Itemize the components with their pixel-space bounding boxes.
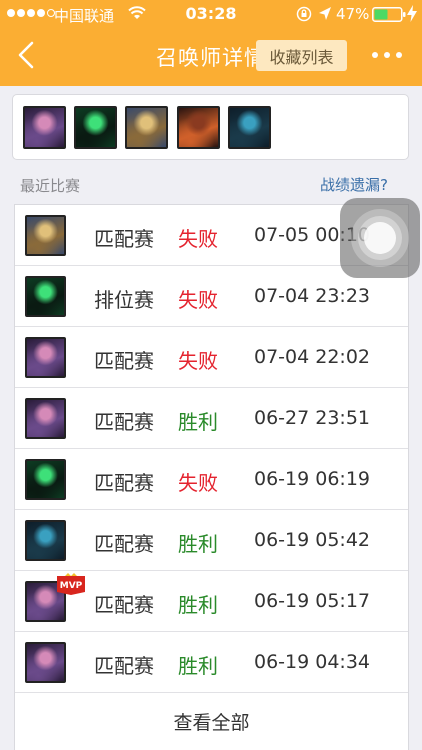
match-result: 失败 — [178, 471, 218, 495]
match-hero-avatar — [25, 642, 66, 683]
match-result: 胜利 — [178, 593, 218, 617]
match-mode: 匹配赛 — [94, 471, 154, 495]
match-hero-avatar — [25, 398, 66, 439]
match-result: 胜利 — [178, 654, 218, 678]
battery-percent: 47% — [336, 5, 370, 23]
match-mode: 匹配赛 — [94, 654, 154, 678]
match-hero-avatar — [25, 276, 66, 317]
view-all-button[interactable]: 查看全部 — [15, 694, 408, 749]
match-mode: 匹配赛 — [94, 410, 154, 434]
match-mode: 匹配赛 — [94, 227, 154, 251]
match-row[interactable]: 匹配赛 失败 06-19 06:19 — [15, 449, 408, 510]
battery-icon — [372, 7, 406, 22]
match-result: 胜利 — [178, 410, 218, 434]
mvp-badge-icon: MVP — [57, 573, 85, 595]
status-bar: 中国联通 03:28 47% — [0, 0, 422, 28]
hero-avatar[interactable] — [74, 106, 117, 149]
match-mode: 匹配赛 — [94, 593, 154, 617]
match-row[interactable]: 匹配赛 失败 07-04 22:02 — [15, 327, 408, 388]
navigation-bar: 召唤师详情 收藏列表 — [0, 28, 422, 86]
match-row[interactable]: 匹配赛 胜利 06-19 05:42 — [15, 510, 408, 571]
match-list: 匹配赛 失败 07-05 00:10 排位赛 失败 07-04 23:23 匹配… — [14, 204, 409, 750]
mvp-badge-label: MVP — [60, 581, 83, 591]
missing-records-link[interactable]: 战绩遗漏? — [320, 174, 388, 195]
match-time: 06-19 05:17 — [254, 590, 371, 612]
charging-bolt-icon — [407, 5, 417, 22]
match-result: 胜利 — [178, 532, 218, 556]
match-time: 06-19 06:19 — [254, 468, 371, 490]
match-row[interactable]: MVP 匹配赛 胜利 06-19 05:17 — [15, 571, 408, 632]
match-mode: 排位赛 — [94, 288, 154, 312]
match-hero-avatar — [25, 520, 66, 561]
match-time: 06-19 04:34 — [254, 651, 371, 673]
back-chevron-icon[interactable] — [14, 40, 40, 70]
hero-avatar[interactable] — [23, 106, 66, 149]
match-hero-avatar — [25, 215, 66, 256]
more-options-icon[interactable] — [370, 50, 404, 60]
top-header: 中国联通 03:28 47% 召唤师详情 收藏列表 — [0, 0, 422, 86]
hero-avatar[interactable] — [125, 106, 168, 149]
match-time: 07-04 23:23 — [254, 285, 371, 307]
rotation-lock-icon — [296, 6, 312, 22]
match-time: 07-04 22:02 — [254, 346, 371, 368]
match-hero-avatar — [25, 459, 66, 500]
recent-matches-heading: 最近比赛 — [20, 177, 81, 195]
match-row[interactable]: 匹配赛 胜利 06-19 04:34 — [15, 632, 408, 693]
match-result: 失败 — [178, 227, 218, 251]
recent-heroes-card — [12, 94, 409, 160]
match-time: 06-27 23:51 — [254, 407, 371, 429]
match-hero-avatar — [25, 337, 66, 378]
hero-avatar[interactable] — [228, 106, 271, 149]
page-title: 召唤师详情 — [156, 46, 266, 70]
match-result: 失败 — [178, 349, 218, 373]
match-result: 失败 — [178, 288, 218, 312]
location-arrow-icon — [319, 7, 331, 20]
match-mode: 匹配赛 — [94, 532, 154, 556]
match-mode: 匹配赛 — [94, 349, 154, 373]
match-row[interactable]: 匹配赛 胜利 06-27 23:51 — [15, 388, 408, 449]
match-time: 06-19 05:42 — [254, 529, 371, 551]
assistive-touch-button[interactable] — [340, 198, 420, 278]
hero-avatar[interactable] — [177, 106, 220, 149]
favorites-list-button[interactable]: 收藏列表 — [256, 40, 347, 71]
